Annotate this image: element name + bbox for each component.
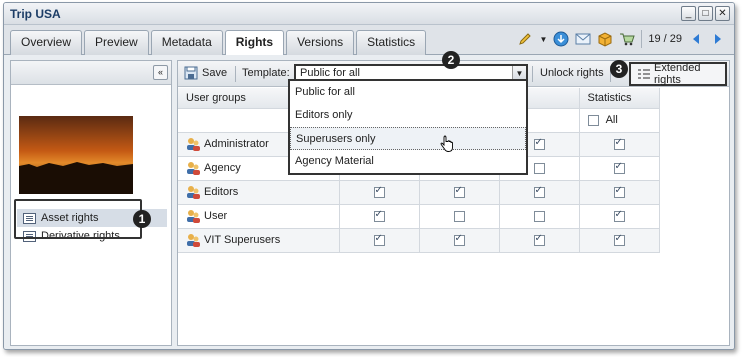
permission-checkbox[interactable]: [453, 210, 465, 222]
permission-checkbox[interactable]: [373, 233, 385, 246]
user-group-name: VIT Superusers: [204, 233, 281, 246]
unlock-rights-button[interactable]: Unlock rights: [540, 67, 604, 79]
page-counter: 19 / 29: [648, 33, 682, 45]
tab-bar: Overview Preview Metadata Rights Version…: [4, 25, 734, 56]
template-option-highlighted[interactable]: Superusers only: [290, 127, 526, 150]
permission-checkbox[interactable]: [613, 137, 625, 150]
user-group-icon: [186, 209, 200, 223]
extended-rights-label: Extended rights: [654, 62, 701, 86]
tab-preview[interactable]: Preview: [84, 30, 149, 55]
permission-checkbox[interactable]: [373, 209, 385, 222]
user-group-name: User: [204, 209, 228, 222]
tab-rights[interactable]: Rights: [224, 30, 285, 56]
toolbar-divider: [641, 30, 643, 48]
download-icon[interactable]: [553, 31, 569, 47]
table-row[interactable]: VIT Superusers: [178, 228, 660, 253]
callout-box-asset-rights: [14, 199, 142, 239]
permission-checkbox[interactable]: [533, 210, 545, 222]
permission-checkbox[interactable]: [453, 185, 465, 198]
cart-icon[interactable]: [619, 31, 636, 47]
pencil-icon[interactable]: [517, 31, 533, 47]
callout-badge-3: 3: [610, 60, 628, 78]
user-group-icon: [186, 233, 200, 247]
chevron-down-icon[interactable]: ▼: [539, 35, 547, 44]
previous-arrow-icon[interactable]: [688, 31, 704, 47]
tab-statistics[interactable]: Statistics: [356, 30, 427, 55]
window-title: Trip USA: [10, 7, 61, 21]
permission-checkbox[interactable]: [533, 162, 545, 174]
table-row[interactable]: Editors: [178, 180, 660, 205]
callout-badge-2: 2: [442, 51, 460, 69]
save-icon: [184, 66, 198, 80]
permission-checkbox[interactable]: [533, 137, 545, 150]
user-group-icon: [186, 161, 200, 175]
user-group-icon: [186, 137, 200, 151]
callout-badge-1: 1: [133, 210, 151, 228]
permission-checkbox[interactable]: [373, 185, 385, 198]
template-dropdown-list: Public for all Editors only Superusers o…: [288, 79, 528, 175]
tab-metadata[interactable]: Metadata: [150, 30, 223, 55]
save-label: Save: [202, 67, 228, 79]
extended-rights-icon: [638, 69, 650, 79]
asset-window: Trip USA _ □ ✕ Overview Preview Metadata…: [3, 2, 735, 350]
column-header-statistics[interactable]: Statistics: [579, 88, 660, 109]
user-group-name: Administrator: [204, 137, 269, 150]
toolbar-separator: [235, 66, 236, 82]
permission-checkbox[interactable]: [533, 233, 545, 246]
permission-checkbox[interactable]: [613, 161, 625, 174]
permission-checkbox[interactable]: [533, 185, 545, 198]
template-label: Template:: [242, 67, 290, 79]
permission-checkbox[interactable]: [613, 233, 625, 246]
package-icon[interactable]: [597, 31, 613, 47]
permission-checkbox[interactable]: [613, 209, 625, 222]
minimize-button[interactable]: _: [681, 6, 696, 21]
tab-versions[interactable]: Versions: [286, 30, 355, 55]
template-option[interactable]: Agency Material: [290, 150, 526, 173]
toolbar-separator: [532, 66, 533, 82]
permission-checkbox[interactable]: [453, 233, 465, 246]
extended-rights-button[interactable]: Extended rights: [629, 62, 727, 86]
save-button[interactable]: Save: [184, 66, 227, 80]
template-option[interactable]: Public for all: [290, 81, 526, 104]
mail-icon[interactable]: [575, 31, 591, 47]
asset-thumbnail: [19, 116, 133, 194]
hand-cursor-icon: [440, 135, 453, 152]
all-label: All: [605, 114, 618, 126]
table-row[interactable]: User: [178, 204, 660, 229]
maximize-button[interactable]: □: [698, 6, 713, 21]
left-panel-header: «: [11, 61, 171, 85]
template-value: Public for all: [300, 67, 360, 79]
close-button[interactable]: ✕: [715, 6, 730, 21]
user-group-name: Editors: [204, 185, 239, 198]
user-group-name: Agency: [204, 161, 241, 174]
collapse-button[interactable]: «: [153, 65, 168, 80]
template-option[interactable]: Editors only: [290, 104, 526, 127]
title-bar[interactable]: Trip USA _ □ ✕: [4, 3, 734, 25]
tab-overview[interactable]: Overview: [10, 30, 83, 55]
next-arrow-icon[interactable]: [710, 31, 726, 47]
permission-checkbox[interactable]: [613, 185, 625, 198]
user-group-icon: [186, 185, 200, 199]
select-all-checkbox[interactable]: [587, 114, 599, 126]
